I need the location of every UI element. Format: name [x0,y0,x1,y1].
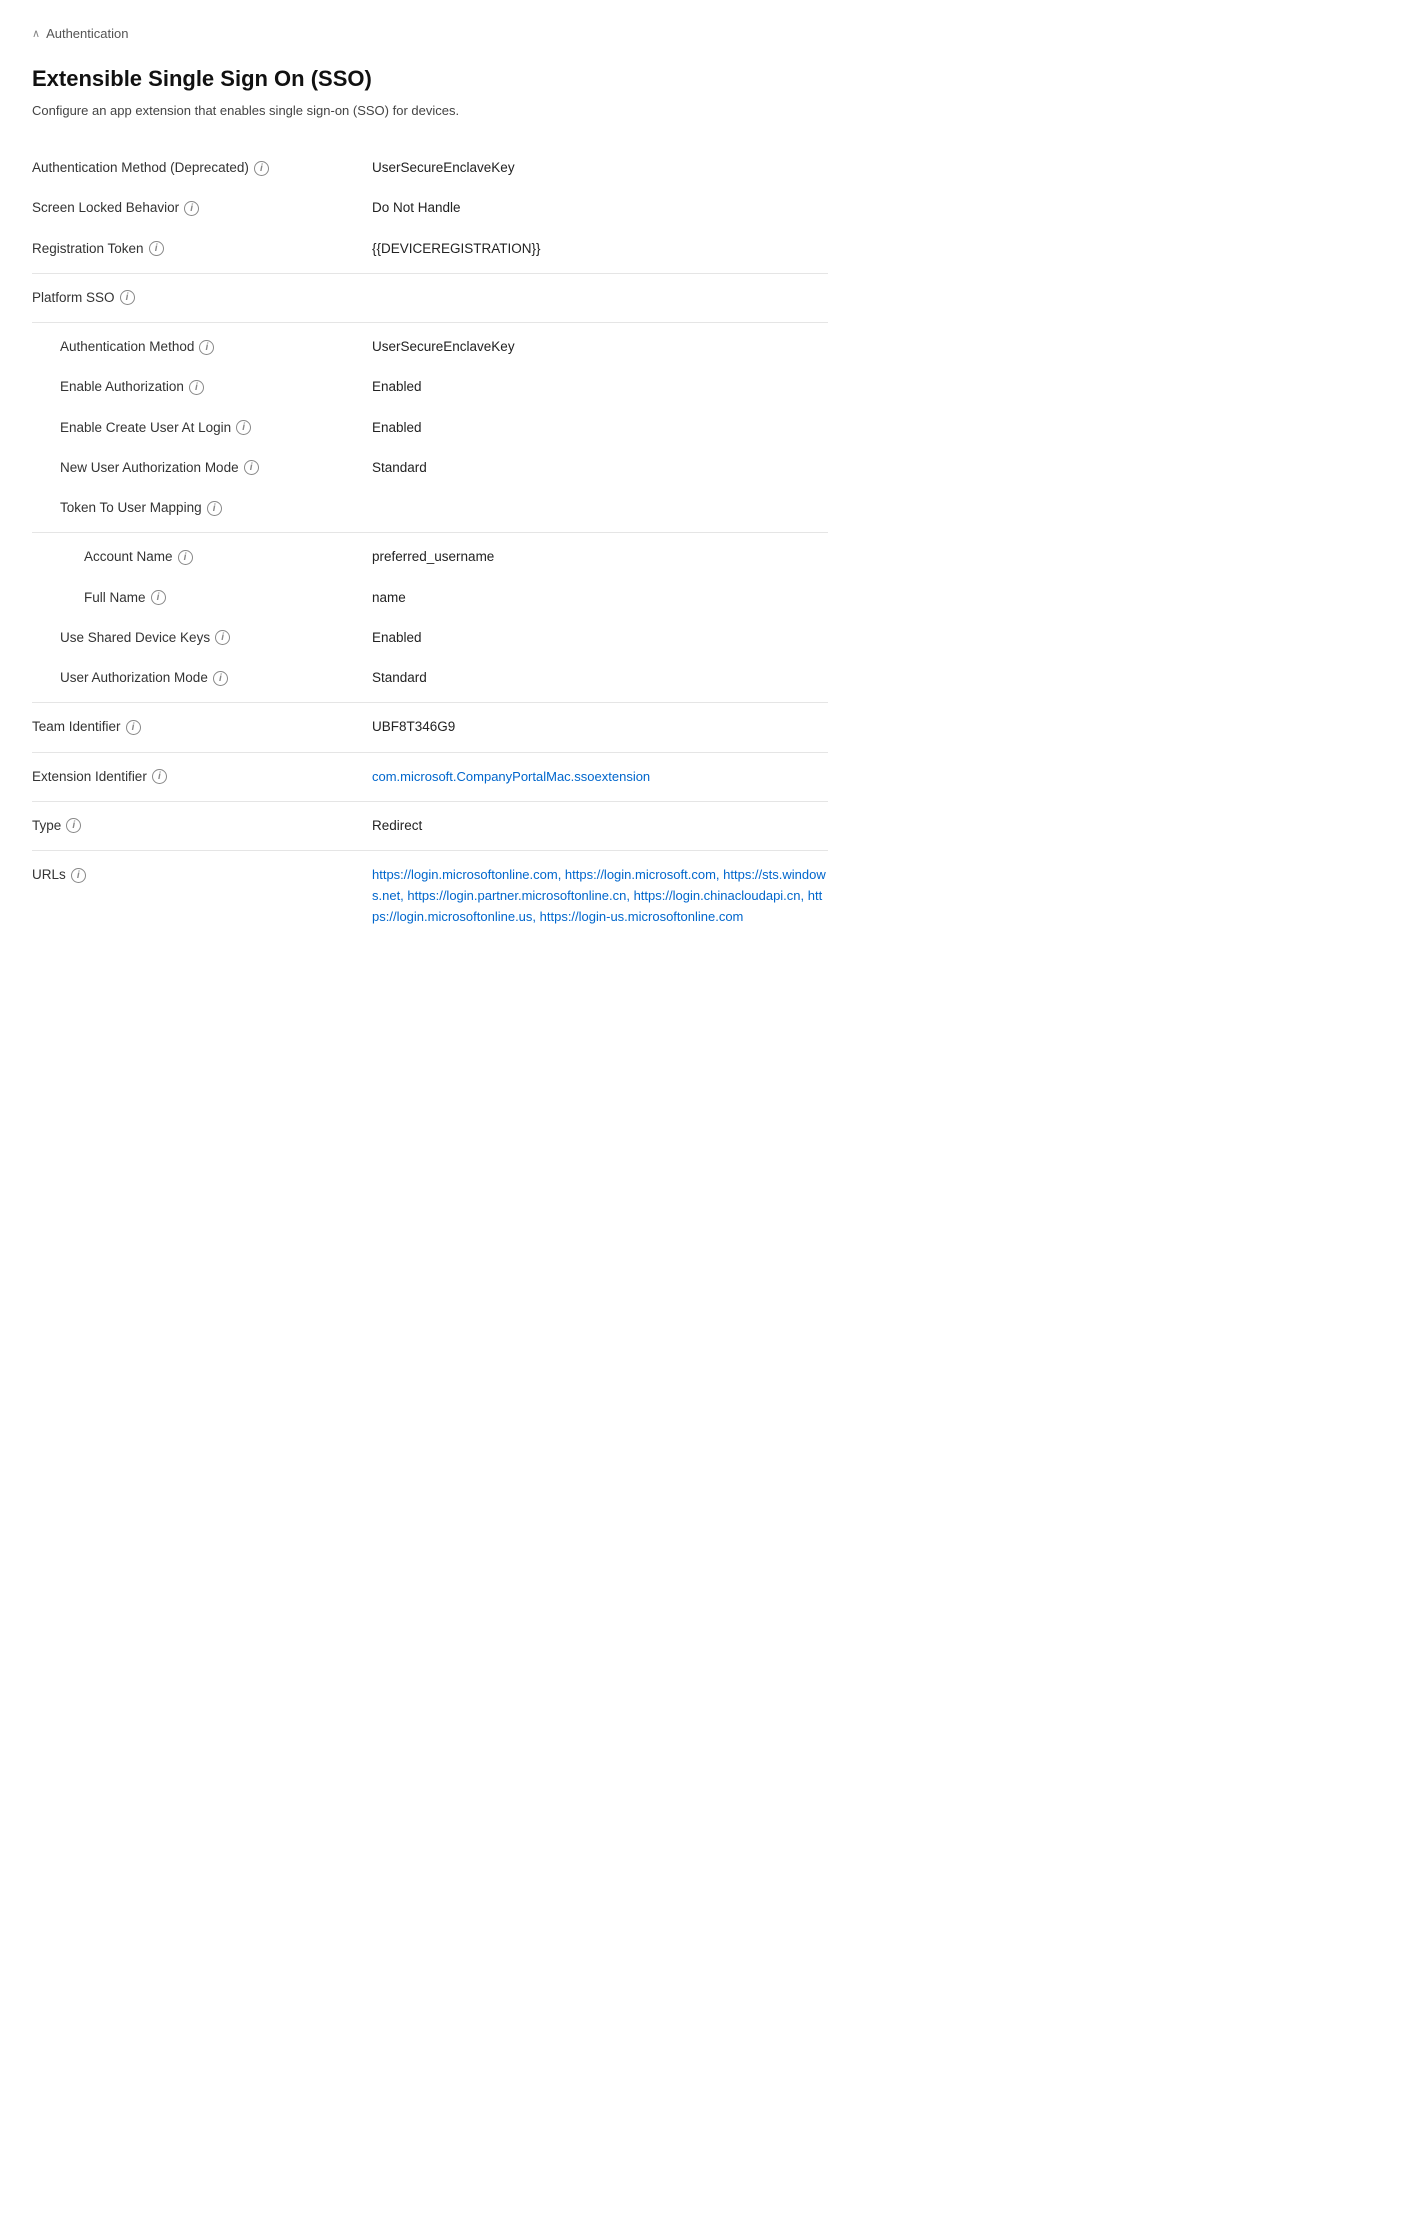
field-label-text-enable-create-user: Enable Create User At Login [60,418,231,438]
field-label-enable-authorization: Enable Authorization i [32,377,372,397]
field-label-user-auth-mode: User Authorization Mode i [32,668,372,688]
divider-team-identifier [32,752,828,753]
field-value-urls: https://login.microsoftonline.com, https… [372,865,828,927]
field-label-platform-auth-method: Authentication Method i [32,337,372,357]
info-icon-full-name[interactable]: i [151,590,166,605]
field-row-screen-locked-behavior: Screen Locked Behavior i Do Not Handle [32,188,828,228]
info-icon-screen-locked-behavior[interactable]: i [184,201,199,216]
field-row-auth-method-deprecated: Authentication Method (Deprecated) i UserS… [32,148,828,188]
info-icon-use-shared-device-keys[interactable]: i [215,630,230,645]
field-value-full-name: name [372,588,828,608]
field-label-new-user-auth-mode: New User Authorization Mode i [32,458,372,478]
info-icon-token-user-mapping[interactable]: i [207,501,222,516]
info-icon-enable-authorization[interactable]: i [189,380,204,395]
info-icon-user-auth-mode[interactable]: i [213,671,228,686]
field-value-use-shared-device-keys: Enabled [372,628,828,648]
divider-type [32,850,828,851]
breadcrumb-chevron-icon: ∧ [32,26,40,43]
field-label-extension-identifier: Extension Identifier i [32,767,372,787]
info-icon-registration-token[interactable]: i [149,241,164,256]
field-row-type: TypeiRedirect [32,806,828,846]
field-row-platform-sso: Platform SSO i [32,278,828,318]
field-label-text-use-shared-device-keys: Use Shared Device Keys [60,628,210,648]
field-label-urls: URLsi [32,865,372,885]
field-row-registration-token: Registration Token i {{DEVICEREGISTRATION}… [32,229,828,269]
info-icon-type[interactable]: i [66,818,81,833]
info-icon-team-identifier[interactable]: i [126,720,141,735]
field-label-enable-create-user: Enable Create User At Login i [32,418,372,438]
field-row-user-auth-mode: User Authorization Mode i Standard [32,658,828,698]
field-row-team-identifier: Team Identifier i UBF8T346G9 [32,707,828,747]
info-icon-auth-method-deprecated[interactable]: i [254,161,269,176]
field-row-full-name: Full Name i name [32,578,828,618]
field-label-text-platform-sso: Platform SSO [32,288,115,308]
field-value-platform-auth-method: UserSecureEnclaveKey [372,337,828,357]
field-row-platform-auth-method: Authentication Method i UserSecureEnclaveK… [32,327,828,367]
field-label-text-new-user-auth-mode: New User Authorization Mode [60,458,239,478]
divider-platform-sso [32,322,828,323]
field-label-text-full-name: Full Name [84,588,146,608]
field-value-account-name: preferred_username [372,547,828,567]
field-label-text-urls: URLs [32,865,66,885]
page-subtitle: Configure an app extension that enables … [32,101,828,121]
field-row-token-user-mapping: Token To User Mapping i [32,488,828,528]
field-value-screen-locked-behavior: Do Not Handle [372,198,828,218]
field-label-full-name: Full Name i [32,588,372,608]
page-title: Extensible Single Sign On (SSO) [32,62,828,95]
field-value-team-identifier: UBF8T346G9 [372,717,828,737]
info-icon-platform-sso[interactable]: i [120,290,135,305]
field-value-registration-token: {{DEVICEREGISTRATION}} [372,239,828,259]
field-label-screen-locked-behavior: Screen Locked Behavior i [32,198,372,218]
field-label-platform-sso: Platform SSO i [32,288,372,308]
info-icon-new-user-auth-mode[interactable]: i [244,460,259,475]
field-label-text-team-identifier: Team Identifier [32,717,121,737]
field-label-token-user-mapping: Token To User Mapping i [32,498,372,518]
divider-extension-identifier [32,801,828,802]
field-label-team-identifier: Team Identifier i [32,717,372,737]
field-row-enable-create-user: Enable Create User At Login i Enabled [32,408,828,448]
field-label-text-screen-locked-behavior: Screen Locked Behavior [32,198,179,218]
breadcrumb: ∧ Authentication [32,24,828,44]
field-value-type: Redirect [372,816,828,836]
info-icon-platform-auth-method[interactable]: i [199,340,214,355]
page-container: ∧ Authentication Extensible Single Sign … [0,0,860,985]
field-label-text-registration-token: Registration Token [32,239,144,259]
info-icon-urls[interactable]: i [71,868,86,883]
field-label-text-enable-authorization: Enable Authorization [60,377,184,397]
field-value-extension-identifier: com.microsoft.CompanyPortalMac.ssoextens… [372,767,650,787]
field-row-account-name: Account Name i preferred_username [32,537,828,577]
field-value-new-user-auth-mode: Standard [372,458,828,478]
breadcrumb-label: Authentication [46,24,128,44]
field-label-text-extension-identifier: Extension Identifier [32,767,147,787]
field-label-text-token-user-mapping: Token To User Mapping [60,498,202,518]
fields-container: Authentication Method (Deprecated) i UserS… [32,148,828,937]
field-row-enable-authorization: Enable Authorization i Enabled [32,367,828,407]
field-label-text-user-auth-mode: User Authorization Mode [60,668,208,688]
info-icon-extension-identifier[interactable]: i [152,769,167,784]
field-value-enable-authorization: Enabled [372,377,828,397]
field-label-registration-token: Registration Token i [32,239,372,259]
field-row-use-shared-device-keys: Use Shared Device Keys i Enabled [32,618,828,658]
field-label-use-shared-device-keys: Use Shared Device Keys i [32,628,372,648]
field-label-text-account-name: Account Name [84,547,173,567]
field-value-user-auth-mode: Standard [372,668,828,688]
field-label-auth-method-deprecated: Authentication Method (Deprecated) i [32,158,372,178]
field-row-extension-identifier: Extension Identifier i com.microsoft.Compa… [32,757,828,797]
divider-user-auth-mode [32,702,828,703]
divider-token-user-mapping [32,532,828,533]
info-icon-account-name[interactable]: i [178,550,193,565]
field-label-text-platform-auth-method: Authentication Method [60,337,194,357]
field-row-new-user-auth-mode: New User Authorization Mode i Standard [32,448,828,488]
field-value-enable-create-user: Enabled [372,418,828,438]
field-value-auth-method-deprecated: UserSecureEnclaveKey [372,158,828,178]
field-row-urls: URLsihttps://login.microsoftonline.com, … [32,855,828,937]
info-icon-enable-create-user[interactable]: i [236,420,251,435]
field-label-type: Typei [32,816,372,836]
field-label-text-type: Type [32,816,61,836]
field-label-text-auth-method-deprecated: Authentication Method (Deprecated) [32,158,249,178]
divider-registration-token [32,273,828,274]
field-label-account-name: Account Name i [32,547,372,567]
